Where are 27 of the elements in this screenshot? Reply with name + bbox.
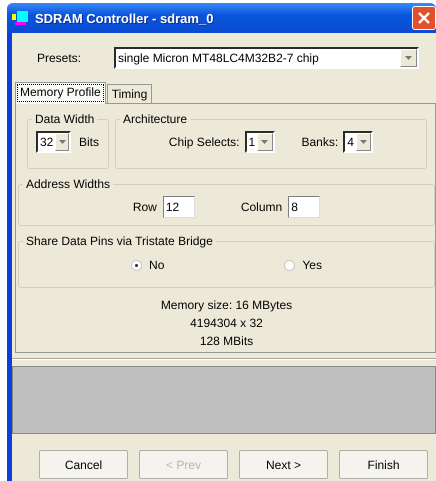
dialog-button[interactable]: Finish [339, 450, 428, 479]
field-label: Chip Selects: [168, 135, 240, 149]
input-field[interactable]: 12 [162, 196, 195, 218]
window-title: SDRAM Controller - sdram_0 [35, 10, 214, 26]
unit-label: Bits [79, 135, 100, 149]
dropdown[interactable]: 4 [343, 131, 374, 153]
group-title: Architecture [122, 112, 188, 126]
dropdown[interactable]: 1 [244, 131, 274, 153]
group-title: Data Width [34, 112, 96, 126]
dialog-button[interactable]: Cancel [39, 450, 128, 479]
dialog-button[interactable]: Next > [239, 450, 328, 479]
field-label: Row [132, 200, 157, 214]
dropdown[interactable]: single Micron MT48LC4M32B2-7 chip [114, 47, 419, 69]
radio-label: Yes [302, 258, 322, 272]
memory-info-text: Memory size: 16 MBytes [160, 297, 292, 314]
input-field[interactable]: 8 [288, 196, 320, 218]
tab[interactable]: Timing [106, 84, 152, 103]
field-label: Column [240, 200, 282, 214]
field-label: Banks: [302, 135, 338, 149]
group-title: Share Data Pins via Tristate Bridge [25, 234, 214, 248]
tab[interactable]: Memory Profile [15, 82, 106, 104]
presets-label: Presets: [37, 51, 82, 65]
group-title: Address Widths [25, 177, 112, 191]
radio-label: No [149, 258, 164, 272]
dropdown[interactable]: 32 [36, 131, 71, 153]
memory-info-text: 4194304 x 32 [190, 315, 263, 332]
memory-info-text: 128 MBits [200, 333, 254, 350]
